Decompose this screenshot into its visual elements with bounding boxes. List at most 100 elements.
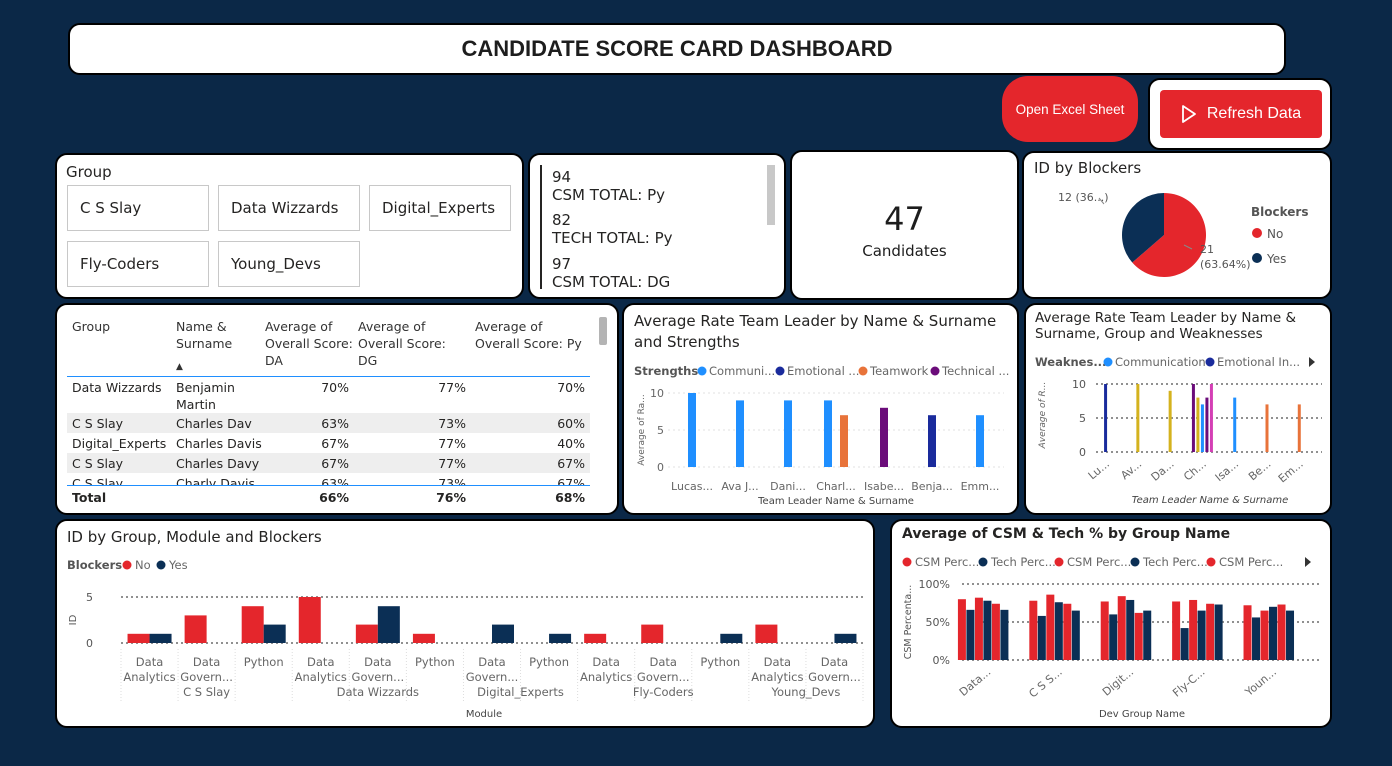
legend-next-icon[interactable] xyxy=(1309,357,1315,367)
table-cell: C S Slay xyxy=(72,476,124,485)
bar xyxy=(784,400,792,467)
multi-card-item: 97 CSM TOTAL: DG xyxy=(552,255,670,291)
tech-total-py-value: 82 xyxy=(552,211,572,229)
col-header-group[interactable]: Group xyxy=(72,318,172,335)
y-tick-label: 10 xyxy=(650,387,664,400)
x-tick-label: Python xyxy=(244,655,284,669)
table-cell: 67% xyxy=(557,456,585,471)
y-tick-label: 0 xyxy=(1079,446,1086,459)
table-cell: 60% xyxy=(557,416,585,431)
bar xyxy=(1269,606,1278,660)
x-tick-label: Python xyxy=(415,655,455,669)
pie-legend-no[interactable]: No xyxy=(1267,227,1283,241)
bar xyxy=(755,624,778,643)
dashboard-title-card: CANDIDATE SCORE CARD DASHBOARD xyxy=(68,23,1286,75)
x-tick-label: Govern... xyxy=(352,670,405,684)
x-tick-label: Fly-C... xyxy=(1170,665,1207,699)
bar xyxy=(1172,601,1181,660)
table-row[interactable]: Data Wizzards Benjamin Martin 70% 77% 70% xyxy=(67,377,590,413)
legend-item-label[interactable]: CSM Perc... xyxy=(915,555,979,569)
candidates-label: Candidates xyxy=(862,242,947,260)
legend-item-label[interactable]: Communication xyxy=(1115,355,1206,369)
y-axis-title: CSM Percenta... xyxy=(903,585,914,660)
legend-item-label[interactable]: Yes xyxy=(168,558,188,572)
legend-item-label[interactable]: CSM Perc... xyxy=(1219,555,1283,569)
candidates-value: 47 xyxy=(884,200,925,238)
card-scrollbar[interactable] xyxy=(767,165,775,225)
legend-item-label[interactable]: Emotional ... xyxy=(787,364,859,378)
bar xyxy=(1286,610,1295,660)
col-header-name[interactable]: Name & Surname xyxy=(176,318,238,352)
table-row[interactable]: C S Slay Charles Davy 67% 77% 67% xyxy=(67,453,590,473)
open-excel-button[interactable]: Open Excel Sheet xyxy=(1002,76,1138,142)
group-label: Young_Devs xyxy=(770,685,840,699)
legend-item-label[interactable]: Communi... xyxy=(709,364,775,378)
slicer-item-data-wizzards[interactable]: Data Wizzards xyxy=(218,185,360,231)
bar xyxy=(840,415,848,467)
legend-item-label[interactable]: Tech Perc... xyxy=(1142,555,1208,569)
y-tick-label: 0 xyxy=(86,637,93,650)
group-slicer: Group C S Slay Data Wizzards Digital_Exp… xyxy=(55,153,524,299)
table-scrollbar[interactable] xyxy=(599,317,607,345)
x-tick-label: Data... xyxy=(957,665,994,699)
group-module-chart: Blockers No Yes05IDDataAnalyticsDataGovern… xyxy=(67,558,864,720)
table-row[interactable]: Digital_Experts Charles Davis 67% 77% 40% xyxy=(67,433,590,453)
table-cell: 63% xyxy=(321,416,349,431)
x-axis-title: Team Leader Name & Surname xyxy=(1132,495,1289,506)
slicer-item-fly-coders[interactable]: Fly-Coders xyxy=(67,241,209,287)
tech-total-py-label: TECH TOTAL: Py xyxy=(552,229,673,247)
slicer-item-young-devs[interactable]: Young_Devs xyxy=(218,241,360,287)
x-tick-label: Benja... xyxy=(911,480,953,493)
bar xyxy=(355,624,378,643)
bar xyxy=(412,633,435,643)
slicer-item-cs-slay[interactable]: C S Slay xyxy=(67,185,209,231)
legend-dot xyxy=(1205,357,1215,367)
x-tick-label: Govern... xyxy=(637,670,690,684)
bar xyxy=(1071,610,1080,660)
legend-item-label[interactable]: Tech Perc... xyxy=(990,555,1056,569)
col-header-dg[interactable]: Average of Overall Score: DG xyxy=(358,318,468,369)
group-label: C S Slay xyxy=(183,685,230,699)
multi-card-item: 94 CSM TOTAL: Py xyxy=(552,168,665,204)
bar xyxy=(1277,604,1286,660)
bar xyxy=(1297,404,1301,452)
x-tick-label: C S S... xyxy=(1026,665,1064,700)
table-cell: 73% xyxy=(438,416,466,431)
slicer-item-digital-experts[interactable]: Digital_Experts xyxy=(369,185,511,231)
bar xyxy=(1063,603,1072,660)
bar xyxy=(1189,599,1198,660)
bar xyxy=(1206,603,1215,660)
bar xyxy=(1243,605,1252,660)
table-cell: Benjamin Martin xyxy=(176,380,235,412)
bar xyxy=(983,600,992,660)
col-header-py[interactable]: Average of Overall Score: Py xyxy=(475,318,589,352)
bar xyxy=(991,603,1000,660)
total-divider xyxy=(67,485,590,486)
legend-item-label[interactable]: Teamwork xyxy=(869,364,929,378)
bar xyxy=(928,415,936,467)
bar xyxy=(1252,617,1261,660)
x-tick-label: Data xyxy=(478,655,505,669)
legend-next-icon[interactable] xyxy=(1305,557,1311,567)
bar xyxy=(1214,604,1223,660)
col-header-da[interactable]: Average of Overall Score: DA xyxy=(265,318,353,369)
table-row[interactable]: C S Slay Charles Dav 63% 73% 60% xyxy=(67,413,590,433)
y-axis-title: Average of Ra... xyxy=(637,394,647,466)
x-tick-label: Lucas... xyxy=(671,480,713,493)
bar xyxy=(1104,384,1108,452)
legend-item-label[interactable]: Emotional In... xyxy=(1217,355,1300,369)
group-module-chart-card: ID by Group, Module and Blockers Blocker… xyxy=(55,519,875,728)
legend-item-label[interactable]: CSM Perc... xyxy=(1067,555,1131,569)
x-tick-label: Analytics xyxy=(751,670,803,684)
x-tick-label: Data xyxy=(592,655,619,669)
sort-asc-icon[interactable]: ▲ xyxy=(176,362,183,372)
legend-item-label[interactable]: No xyxy=(135,558,151,572)
table-cell: 67% xyxy=(557,476,585,485)
refresh-data-button[interactable]: Refresh Data xyxy=(1160,90,1322,138)
legend-item-label[interactable]: Technical ... xyxy=(941,364,1009,378)
x-tick-label: Youn... xyxy=(1242,665,1279,699)
bar xyxy=(1029,600,1038,660)
y-tick-label: 100% xyxy=(919,578,950,591)
table-row[interactable]: C S Slay Charly Davis 63% 73% 67% xyxy=(67,473,590,485)
pie-legend-yes[interactable]: Yes xyxy=(1266,252,1286,266)
